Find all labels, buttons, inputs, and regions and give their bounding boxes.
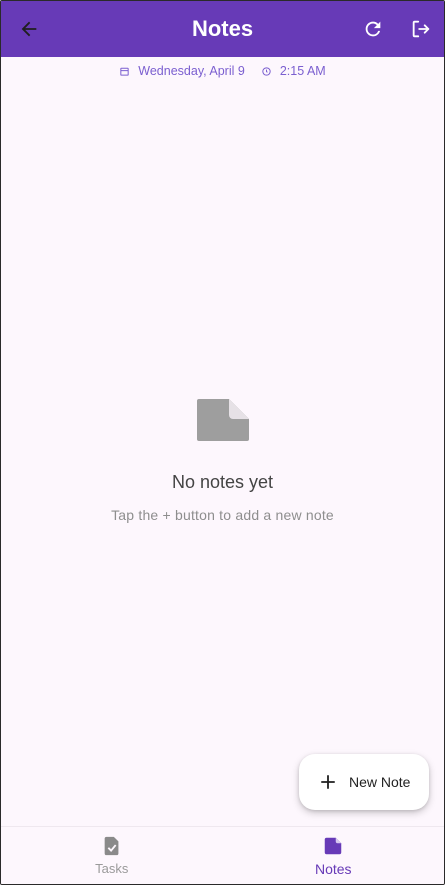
nav-item-notes[interactable]: Notes bbox=[223, 827, 445, 884]
empty-heading: No notes yet bbox=[171, 472, 274, 492]
nav-label-notes: Notes bbox=[314, 861, 352, 877]
logout-button[interactable] bbox=[401, 9, 441, 49]
time-display: 2:15 AM bbox=[261, 64, 326, 78]
bottom-navigation: Tasks Notes bbox=[1, 826, 445, 884]
date-display: Wednesday, April 9 bbox=[119, 64, 245, 78]
calendar-icon bbox=[120, 67, 129, 76]
app-bar: Notes bbox=[1, 1, 444, 57]
date-time-bar: Wednesday, April 9 2:15 AM bbox=[1, 61, 444, 81]
nav-item-tasks[interactable]: Tasks bbox=[1, 827, 223, 884]
clock-icon bbox=[262, 66, 271, 76]
empty-state: No notes yet Tap the + button to add a n… bbox=[1, 397, 444, 523]
refresh-button[interactable] bbox=[353, 9, 393, 49]
date-text: Wednesday, April 9 bbox=[138, 64, 245, 78]
refresh-icon bbox=[365, 21, 381, 37]
plus-icon bbox=[321, 775, 335, 789]
task-icon bbox=[104, 836, 119, 856]
new-note-button[interactable]: New Note bbox=[299, 754, 429, 810]
note-icon bbox=[196, 399, 249, 441]
new-note-label: New Note bbox=[349, 774, 411, 790]
note-icon bbox=[325, 837, 342, 855]
app-window: Notes Wednesday, April 9 2:15 AM No note… bbox=[0, 0, 445, 885]
time-text: 2:15 AM bbox=[279, 64, 326, 78]
empty-message: Tap the + button to add a new note bbox=[111, 507, 334, 523]
logout-icon bbox=[412, 20, 430, 38]
nav-label-tasks: Tasks bbox=[95, 861, 129, 876]
